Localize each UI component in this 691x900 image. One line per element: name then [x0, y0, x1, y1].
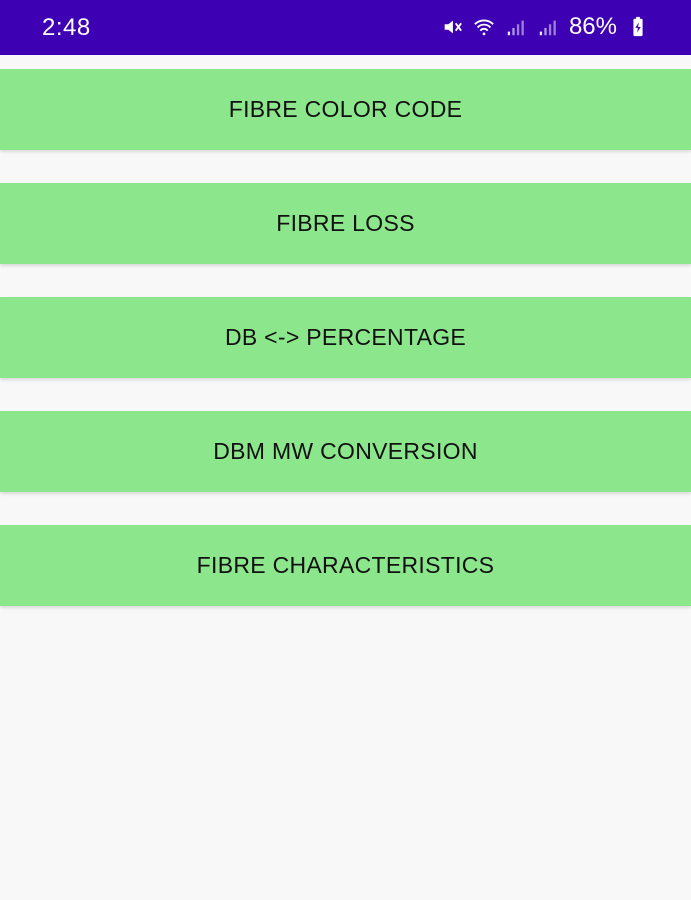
wifi-icon	[473, 16, 495, 38]
fibre-loss-button[interactable]: FIBRE LOSS	[0, 183, 691, 264]
status-time: 2:48	[42, 14, 91, 41]
db-percentage-button[interactable]: DB <-> PERCENTAGE	[0, 297, 691, 378]
battery-icon	[627, 16, 649, 38]
status-icons: 86%	[441, 12, 649, 42]
signal-icon	[505, 16, 527, 38]
fibre-color-code-button[interactable]: FIBRE COLOR CODE	[0, 69, 691, 150]
signal-icon	[537, 16, 559, 38]
main-menu: FIBRE COLOR CODE FIBRE LOSS DB <-> PERCE…	[0, 69, 691, 639]
dbm-mw-conversion-button[interactable]: DBM MW CONVERSION	[0, 411, 691, 492]
status-bar: 2:48 86%	[0, 0, 691, 55]
mute-icon	[441, 16, 463, 38]
battery-percent: 86%	[568, 13, 617, 40]
fibre-characteristics-button[interactable]: FIBRE CHARACTERISTICS	[0, 525, 691, 606]
